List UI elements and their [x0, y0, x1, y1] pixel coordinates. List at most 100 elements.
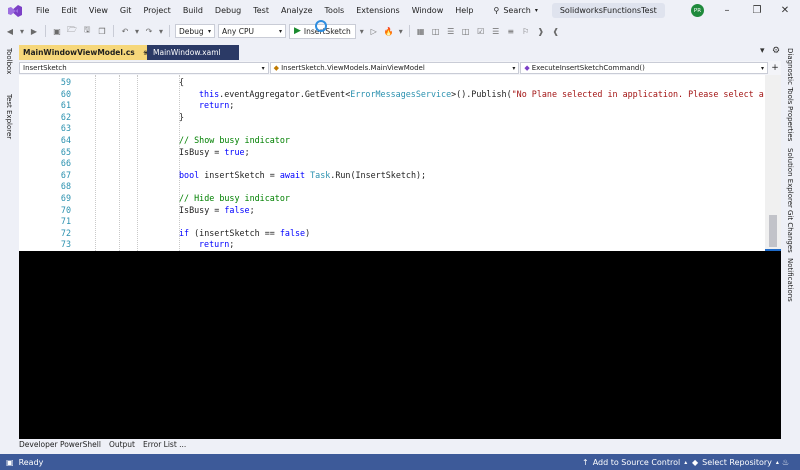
tab-main-window-view-model[interactable]: MainWindowViewModel.cs ⋇ ✕	[19, 45, 163, 60]
properties-icon[interactable]: ☰	[445, 25, 457, 37]
avatar[interactable]: PR	[691, 4, 704, 17]
tab-list-icon[interactable]: ▾	[760, 46, 765, 56]
member-value: ExecuteInsertSketchCommand()	[531, 64, 645, 72]
type-select[interactable]: ◆ InsertSketch.ViewModels.MainViewModel …	[269, 62, 520, 74]
search-box[interactable]: ⚲ Search ▾	[487, 6, 543, 15]
code-line[interactable]: 63	[19, 123, 764, 135]
line-number: 66	[60, 158, 71, 169]
menu-item-file[interactable]: File	[30, 6, 55, 15]
code-line[interactable]: 73 return;	[19, 239, 764, 251]
code-token: IsBusy =	[179, 146, 225, 157]
vtab-notifications[interactable]: Notifications	[786, 258, 794, 302]
start-without-debugging-icon[interactable]: ▷	[368, 25, 380, 37]
code-line[interactable]: 69 // Hide busy indicator	[19, 193, 764, 205]
solution-name[interactable]: SolidworksFunctionsTest	[551, 3, 665, 18]
menu-item-window[interactable]: Window	[406, 6, 450, 15]
notifications-bell-icon[interactable]: ♨	[782, 458, 789, 467]
close-icon[interactable]: ✕	[778, 3, 792, 17]
code-line[interactable]: 70 IsBusy = false;	[19, 205, 764, 217]
tab-main-window-xaml[interactable]: MainWindow.xaml	[147, 45, 239, 60]
line-number: 73	[60, 239, 71, 250]
bookmark-next-icon[interactable]: ❱	[535, 25, 547, 37]
code-token: // Show busy indicator	[179, 135, 290, 145]
solution-explorer-icon[interactable]: ◫	[430, 25, 442, 37]
tab-output[interactable]: Output	[109, 440, 135, 450]
line-number: 69	[60, 193, 71, 203]
minimize-icon[interactable]: –	[720, 3, 734, 17]
chevron-down-icon[interactable]: ▾	[158, 25, 164, 37]
menu-item-project[interactable]: Project	[137, 6, 176, 15]
code-line[interactable]: 67 bool insertSketch = await Task.Run(Ins…	[19, 170, 764, 182]
chevron-down-icon: ▾	[261, 64, 265, 72]
menu-item-extensions[interactable]: Extensions	[350, 6, 405, 15]
vertical-scrollbar[interactable]	[765, 75, 781, 251]
browser-link-icon[interactable]: ▦	[415, 25, 427, 37]
scrollbar-thumb[interactable]	[769, 215, 777, 247]
chevron-down-icon[interactable]: ▾	[19, 25, 25, 37]
toolbar-separator	[113, 25, 114, 37]
menu-item-help[interactable]: Help	[449, 6, 479, 15]
find-icon[interactable]: ☑	[475, 25, 487, 37]
redo-icon[interactable]: ↷	[143, 25, 155, 37]
comment-icon[interactable]: ☰	[490, 25, 502, 37]
menu-item-debug[interactable]: Debug	[209, 6, 247, 15]
undo-icon[interactable]: ↶	[119, 25, 131, 37]
code-text: IsBusy = false;	[179, 205, 255, 217]
code-line[interactable]: 72 if (insertSketch == false)	[19, 228, 764, 240]
hot-reload-icon[interactable]: 🔥	[383, 25, 395, 37]
menu-item-analyze[interactable]: Analyze	[275, 6, 319, 15]
tab-developer-powershell[interactable]: Developer PowerShell	[19, 440, 101, 450]
bookmark-icon[interactable]: ⚐	[520, 25, 532, 37]
menu-item-git[interactable]: Git	[114, 6, 138, 15]
platform-select[interactable]: Any CPU ▾	[218, 24, 286, 38]
code-line[interactable]: 64 // Show busy indicator	[19, 135, 764, 147]
open-folder-icon[interactable]: 🗁	[66, 25, 78, 37]
split-editor-icon[interactable]: +	[769, 63, 781, 73]
vtab-test-explorer[interactable]: Test Explorer	[5, 94, 13, 139]
code-line[interactable]: 71	[19, 216, 764, 228]
code-line[interactable]: 66	[19, 158, 764, 170]
developer-powershell-window[interactable]	[19, 251, 781, 439]
back-icon[interactable]: ◀	[4, 25, 16, 37]
code-text: this.eventAggregator.GetEvent<ErrorMessa…	[199, 89, 764, 101]
vtab-solution-explorer[interactable]: Solution Explorer	[786, 148, 794, 208]
menu-item-test[interactable]: Test	[247, 6, 275, 15]
vtab-properties[interactable]: Properties	[786, 106, 794, 141]
bookmark-prev-icon[interactable]: ❰	[550, 25, 562, 37]
code-line[interactable]: 68	[19, 181, 764, 193]
menu-item-edit[interactable]: Edit	[55, 6, 83, 15]
code-line[interactable]: 61 return;	[19, 100, 764, 112]
chevron-down-icon[interactable]: ▾	[398, 25, 404, 37]
member-select[interactable]: ◆ ExecuteInsertSketchCommand() ▾	[520, 62, 769, 74]
menu-item-tools[interactable]: Tools	[319, 6, 351, 15]
forward-icon[interactable]: ▶	[28, 25, 40, 37]
menu-item-build[interactable]: Build	[177, 6, 209, 15]
menu-item-view[interactable]: View	[83, 6, 114, 15]
toolbox-icon[interactable]: ◫	[460, 25, 472, 37]
code-line[interactable]: 60 this.eventAggregator.GetEvent<ErrorMes…	[19, 89, 764, 101]
settings-gear-icon[interactable]: ⚙	[772, 46, 780, 56]
line-number: 62	[60, 111, 71, 122]
project-scope-select[interactable]: InsertSketch ▾	[19, 62, 269, 74]
configuration-select[interactable]: Debug ▾	[175, 24, 215, 38]
code-token: "No Plane selected in application. Pleas…	[511, 88, 764, 99]
visual-studio-logo-icon[interactable]	[8, 4, 22, 17]
uncomment-icon[interactable]: ≡	[505, 25, 517, 37]
code-line[interactable]: 65 IsBusy = true;	[19, 147, 764, 159]
select-repository-button[interactable]: ◆ Select Repository ▴	[692, 458, 779, 467]
save-icon[interactable]: 🖫	[81, 25, 93, 37]
vtab-toolbox[interactable]: Toolbox	[5, 48, 13, 74]
tab-error-list[interactable]: Error List ...	[143, 440, 186, 450]
vtab-diagnostic-tools[interactable]: Diagnostic Tools	[786, 48, 794, 104]
chevron-down-icon[interactable]: ▾	[134, 25, 140, 37]
maximize-icon[interactable]: ❐	[750, 3, 764, 17]
vtab-git-changes[interactable]: Git Changes	[786, 210, 794, 253]
save-all-icon[interactable]: ❐	[96, 25, 108, 37]
code-editor[interactable]: 59 {60 this.eventAggregator.GetEvent<Error…	[19, 75, 781, 251]
code-line[interactable]: 62}	[19, 112, 764, 124]
add-to-source-control-button[interactable]: ↑ Add to Source Control ▴	[582, 458, 687, 467]
code-line[interactable]: 59 {	[19, 77, 764, 89]
new-project-icon[interactable]: ▣	[51, 25, 63, 37]
line-number: 63	[60, 123, 71, 134]
chevron-down-icon[interactable]: ▾	[359, 25, 365, 37]
